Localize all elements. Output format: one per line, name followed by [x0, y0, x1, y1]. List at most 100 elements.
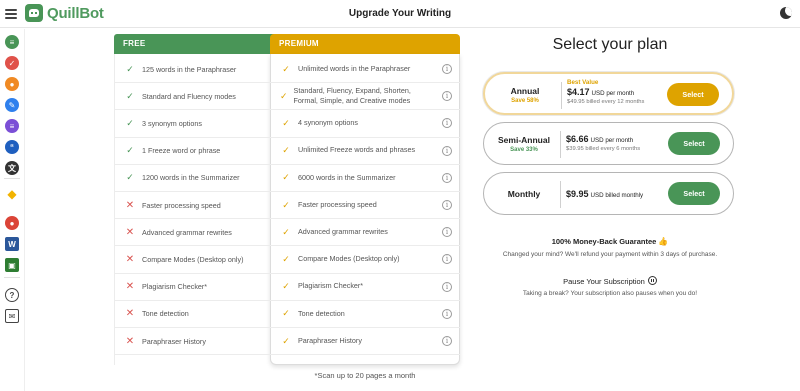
menu-icon[interactable] — [5, 9, 17, 19]
plagiarism-checker-icon[interactable]: ● — [5, 77, 19, 91]
check-icon: ✓ — [126, 90, 134, 101]
grammar-checker-icon[interactable]: ✓ — [5, 56, 19, 70]
free-feature-label: Advanced grammar rewrites — [142, 227, 232, 237]
plan-savings: Save 33% — [510, 147, 538, 153]
premium-feature: ✓ Standard, Fluency, Expand, Shorten, For… — [280, 83, 430, 109]
free-feature-label: Tone detection — [142, 309, 189, 319]
comparison-row: ✓ 125 words in the Paraphraser ✓ Unlimited … — [114, 56, 460, 84]
desktop-app-icon[interactable]: ▣ — [5, 258, 19, 272]
plan-card-semi-annual[interactable]: Semi-Annual Save 33% $6.66 USD per month $39… — [483, 122, 734, 165]
free-feature: ✕ Compare Modes (Desktop only) — [124, 246, 272, 272]
info-icon[interactable]: i — [442, 145, 452, 156]
help-icon[interactable]: ? — [5, 288, 19, 302]
check-icon: ✓ — [282, 308, 290, 319]
check-icon: ✓ — [282, 253, 290, 264]
check-icon: ✓ — [282, 117, 290, 128]
premium-feature-label: Standard, Fluency, Expand, Shorten, Form… — [293, 85, 411, 106]
page-title: Upgrade Your Writing — [348, 8, 452, 19]
info-icon[interactable]: i — [442, 91, 452, 102]
top-bar: QuillBot Upgrade Your Writing — [0, 0, 800, 28]
quillbot-logo[interactable]: QuillBot — [25, 4, 104, 22]
comparison-row: ✓ 1 Freeze word or phrase ✓ Unlimited Freez… — [114, 138, 460, 165]
free-feature-label: Faster processing speed — [142, 200, 221, 210]
plan-name: Semi-Annual — [498, 135, 550, 145]
co-writer-icon[interactable]: ✎ — [5, 98, 19, 112]
premium-feature-label: Unlimited Freeze words and phrases — [298, 145, 416, 155]
premium-feature-label: Tone detection — [298, 308, 345, 318]
dark-mode-toggle-icon[interactable] — [780, 7, 792, 19]
info-icon[interactable]: i — [442, 64, 452, 75]
select-annual-button[interactable]: Select — [667, 83, 719, 106]
plan-savings: Save 58% — [511, 98, 539, 104]
pause-icon — [647, 276, 657, 285]
plan-card-monthly[interactable]: Monthly $9.95 USD billed monthly Select — [483, 172, 734, 215]
free-feature: ✕ Advanced grammar rewrites — [124, 219, 272, 245]
select-plan-title: Select your plan — [552, 36, 668, 53]
info-icon[interactable]: i — [442, 281, 452, 292]
info-icon[interactable]: i — [442, 200, 452, 211]
comparison-row: ✓ 1200 words in the Summarizer ✓ 6000 words… — [114, 165, 460, 192]
best-value-badge: Best Value — [567, 79, 599, 86]
info-icon[interactable]: i — [442, 254, 452, 265]
sidebar: ≡ ✓ ● ✎ ≡ “ 文 ◆ ● W ▣? ✉ — [0, 29, 25, 391]
translator-icon[interactable]: 文 — [5, 161, 19, 175]
plan-name: Monthly — [507, 189, 541, 199]
free-feature: ✓ Standard and Fluency modes — [124, 83, 272, 109]
free-feature: ✕ Faster processing speed — [124, 192, 272, 218]
premium-feature-label: Unlimited words in the Paraphraser — [298, 63, 411, 73]
premium-feature: ✓ Plagiarism Checker* — [280, 274, 430, 300]
cross-icon: ✕ — [125, 308, 135, 320]
premium-feature: ✓ Faster processing speed — [280, 192, 430, 218]
price-value: $4.17 — [567, 87, 590, 97]
free-feature: ✕ Tone detection — [124, 301, 272, 327]
cross-icon: ✕ — [125, 281, 135, 293]
premium-feature-label: Compare Modes (Desktop only) — [298, 254, 400, 264]
premium-feature-label: Faster processing speed — [298, 199, 377, 209]
free-feature-label: Compare Modes (Desktop only) — [142, 254, 244, 264]
plan-name: Annual — [510, 86, 540, 96]
info-icon[interactable]: i — [442, 308, 452, 319]
free-feature-label: 1 Freeze word or phrase — [142, 146, 221, 156]
free-feature-label: 125 words in the Paraphraser — [142, 64, 237, 74]
citation-generator-icon[interactable]: “ — [5, 140, 19, 154]
free-feature: ✓ 3 synonym options — [124, 110, 272, 136]
check-icon: ✓ — [282, 199, 290, 210]
select-monthly-button[interactable]: Select — [668, 182, 720, 205]
guarantee-title-text: 100% Money-Back Guarantee — [551, 237, 657, 246]
info-icon[interactable]: i — [442, 172, 452, 183]
plan-card-annual[interactable]: Annual Save 58% Best Value $4.17 USD per mon… — [483, 72, 734, 115]
plan-divider — [561, 82, 562, 109]
sidebar-divider — [4, 277, 20, 278]
select-semi-annual-button[interactable]: Select — [668, 132, 720, 155]
plan-divider — [560, 131, 561, 158]
check-icon: ✓ — [126, 145, 134, 156]
paraphraser-icon[interactable]: ≡ — [5, 35, 19, 49]
billing-details: $49.95 billed every 12 months — [567, 99, 645, 105]
word-extension-icon[interactable]: W — [5, 237, 19, 251]
check-icon: ✓ — [282, 335, 290, 346]
info-icon[interactable]: i — [442, 118, 452, 129]
free-feature-label: 3 synonym options — [142, 118, 202, 128]
premium-feature: ✓ Paraphraser History — [280, 328, 430, 354]
summarizer-icon[interactable]: ≡ — [5, 119, 19, 133]
free-feature: ✓ 1 Freeze word or phrase — [124, 138, 272, 164]
mail-icon[interactable]: ✉ — [5, 309, 19, 323]
free-feature: ✕ Paraphraser History — [124, 328, 272, 354]
info-icon[interactable]: i — [442, 336, 452, 347]
plan-price: $9.95 USD billed monthly — [566, 189, 643, 199]
free-feature-label: Standard and Fluency modes — [142, 91, 236, 101]
pause-subscription-title: Pause Your Subscription — [480, 276, 740, 286]
comparison-row: ✕ Plagiarism Checker* ✓ Plagiarism Checker*… — [114, 274, 460, 301]
free-feature-label: 1200 words in the Summarizer — [142, 173, 240, 183]
check-icon: ✓ — [282, 281, 290, 292]
comparison-row: ✕ Tone detection ✓ Tone detection i — [114, 301, 460, 328]
chrome-extension-icon[interactable]: ● — [5, 216, 19, 230]
premium-diamond-icon[interactable]: ◆ — [5, 187, 19, 201]
pause-subscription-text: Taking a break? Your subscription also p… — [522, 290, 698, 297]
premium-feature-label: 6000 words in the Summarizer — [298, 172, 396, 182]
info-icon[interactable]: i — [442, 227, 452, 238]
check-icon: ✓ — [282, 63, 290, 74]
comparison-row: ✕ Faster processing speed ✓ Faster processi… — [114, 192, 460, 220]
app-name: QuillBot — [47, 4, 104, 22]
quillbot-logo-icon — [25, 4, 43, 22]
